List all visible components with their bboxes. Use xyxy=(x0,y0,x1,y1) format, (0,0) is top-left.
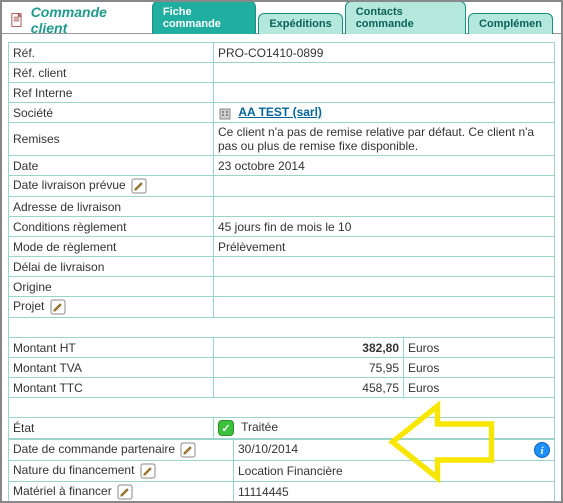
label-societe: Société xyxy=(9,103,214,123)
label-projet: Projet xyxy=(9,297,214,318)
partner-form-table: Date de commande partenaire 30/10/2014 i… xyxy=(8,439,555,503)
value-nature-financement: Location Financière xyxy=(234,461,555,482)
value-montant-ttc: 458,75 xyxy=(214,378,404,398)
info-icon[interactable]: i xyxy=(534,442,550,458)
value-etat: ✓ Traitée xyxy=(214,418,555,439)
value-ref-client xyxy=(214,63,555,83)
currency-montant-tva: Euros xyxy=(404,358,555,378)
value-conditions-reglement: 45 jours fin de mois le 10 xyxy=(214,217,555,237)
tab-contacts-commande[interactable]: Contacts commande xyxy=(345,1,466,34)
value-montant-ht: 382,80 xyxy=(214,338,404,358)
header-bar: Commande client Fiche commande Expéditio… xyxy=(2,2,561,34)
label-ref-client: Réf. client xyxy=(9,63,214,83)
label-remises: Remises xyxy=(9,123,214,156)
etat-text: Traitée xyxy=(241,420,278,434)
edit-icon[interactable] xyxy=(180,442,196,458)
value-ref-interne xyxy=(214,83,555,103)
value-projet xyxy=(214,297,555,318)
text-nature-financement: Nature du financement xyxy=(13,463,134,477)
text-materiel-financer: Matériel à financer xyxy=(13,484,112,498)
tab-fiche-commande[interactable]: Fiche commande xyxy=(152,1,257,34)
label-delai-livraison: Délai de livraison xyxy=(9,257,214,277)
company-link[interactable]: AA TEST (sarl) xyxy=(238,105,322,119)
text-projet: Projet xyxy=(13,299,44,313)
edit-icon[interactable] xyxy=(140,463,156,479)
label-date-livraison: Date livraison prévue xyxy=(9,176,214,197)
label-etat: État xyxy=(9,418,214,439)
value-origine xyxy=(214,277,555,297)
value-date-commande-partenaire: 30/10/2014 i xyxy=(234,440,555,461)
label-nature-financement: Nature du financement xyxy=(9,461,234,482)
value-mode-reglement: Prélèvement xyxy=(214,237,555,257)
currency-montant-ttc: Euros xyxy=(404,378,555,398)
building-icon xyxy=(218,106,232,120)
value-date-livraison xyxy=(214,176,555,197)
order-form-table: Réf. PRO-CO1410-0899 Réf. client Ref Int… xyxy=(8,42,555,439)
label-date-commande-partenaire: Date de commande partenaire xyxy=(9,440,234,461)
value-ref: PRO-CO1410-0899 xyxy=(214,43,555,63)
tab-expeditions[interactable]: Expéditions xyxy=(258,13,342,34)
label-origine: Origine xyxy=(9,277,214,297)
label-date: Date xyxy=(9,156,214,176)
value-date: 23 octobre 2014 xyxy=(214,156,555,176)
label-ref-interne: Ref Interne xyxy=(9,83,214,103)
label-conditions-reglement: Conditions règlement xyxy=(9,217,214,237)
edit-icon[interactable] xyxy=(131,178,147,194)
check-icon: ✓ xyxy=(218,420,234,436)
label-montant-tva: Montant TVA xyxy=(9,358,214,378)
text-value-date-commande-partenaire: 30/10/2014 xyxy=(238,442,298,456)
value-materiel-financer: 11114445 xyxy=(234,482,555,503)
form-area: Réf. PRO-CO1410-0899 Réf. client Ref Int… xyxy=(2,34,561,503)
text-date-commande-partenaire: Date de commande partenaire xyxy=(13,442,175,456)
label-materiel-financer: Matériel à financer xyxy=(9,482,234,503)
value-delai-livraison xyxy=(214,257,555,277)
page-title: Commande client xyxy=(31,4,138,36)
label-montant-ht: Montant HT xyxy=(9,338,214,358)
edit-icon[interactable] xyxy=(117,484,133,500)
value-adresse-livraison xyxy=(214,197,555,217)
label-mode-reglement: Mode de règlement xyxy=(9,237,214,257)
tab-complements[interactable]: Complémen xyxy=(468,13,553,34)
label-montant-ttc: Montant TTC xyxy=(9,378,214,398)
label-adresse-livraison: Adresse de livraison xyxy=(9,197,214,217)
document-icon xyxy=(10,12,25,28)
currency-montant-ht: Euros xyxy=(404,338,555,358)
value-societe: AA TEST (sarl) xyxy=(214,103,555,123)
label-ref: Réf. xyxy=(9,43,214,63)
edit-icon[interactable] xyxy=(50,299,66,315)
value-montant-tva: 75,95 xyxy=(214,358,404,378)
value-remises: Ce client n'a pas de remise relative par… xyxy=(214,123,555,156)
text-date-livraison: Date livraison prévue xyxy=(13,178,126,192)
